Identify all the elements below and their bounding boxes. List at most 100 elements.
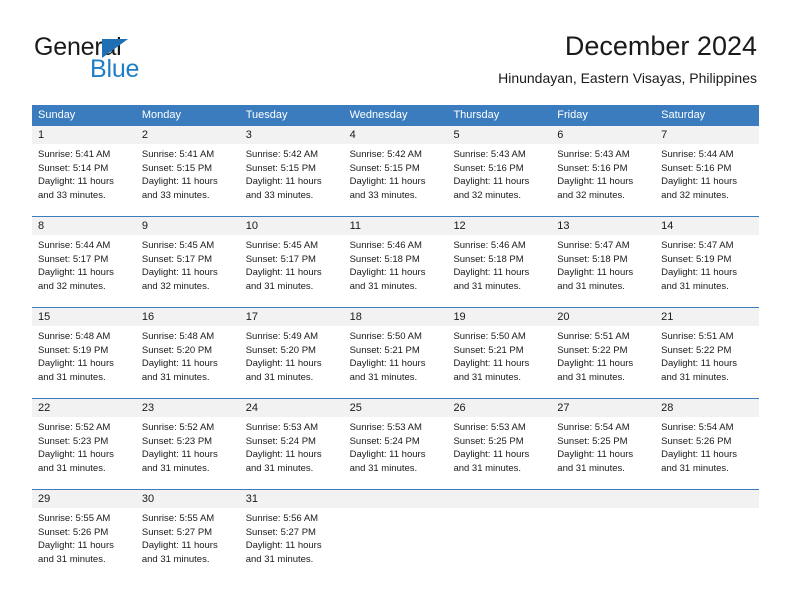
day-number: 14 xyxy=(655,217,760,235)
calendar-week-row: 29 Sunrise: 5:55 AM Sunset: 5:26 PM Dayl… xyxy=(32,489,760,571)
day-cell[interactable]: 24 Sunrise: 5:53 AM Sunset: 5:24 PM Dayl… xyxy=(239,399,344,480)
daylight-text: Daylight: 11 hours and 33 minutes. xyxy=(245,176,322,201)
day-cell[interactable]: 1 Sunrise: 5:41 AM Sunset: 5:14 PM Dayli… xyxy=(32,126,136,207)
day-cell[interactable]: 25 Sunrise: 5:53 AM Sunset: 5:24 PM Dayl… xyxy=(343,399,448,480)
day-number: 11 xyxy=(343,217,448,235)
day-number: 26 xyxy=(447,399,552,417)
calendar-week-row: 8 Sunrise: 5:44 AM Sunset: 5:17 PM Dayli… xyxy=(32,216,760,298)
day-info: Sunrise: 5:46 AM Sunset: 5:18 PM Dayligh… xyxy=(447,235,551,293)
day-info: Sunrise: 5:55 AM Sunset: 5:26 PM Dayligh… xyxy=(32,508,136,566)
day-info: Sunrise: 5:54 AM Sunset: 5:25 PM Dayligh… xyxy=(551,417,655,475)
sunset-text: Sunset: 5:14 PM xyxy=(38,162,109,174)
day-cell[interactable]: 6 Sunrise: 5:43 AM Sunset: 5:16 PM Dayli… xyxy=(551,126,656,207)
day-info: Sunrise: 5:53 AM Sunset: 5:24 PM Dayligh… xyxy=(344,417,448,475)
day-number xyxy=(447,490,552,508)
day-number xyxy=(655,490,760,508)
day-cell-empty xyxy=(655,490,760,571)
day-cell[interactable]: 31 Sunrise: 5:56 AM Sunset: 5:27 PM Dayl… xyxy=(239,490,344,571)
day-cell-empty xyxy=(343,490,448,571)
daylight-text: Daylight: 11 hours and 31 minutes. xyxy=(349,267,426,292)
day-number: 9 xyxy=(135,217,240,235)
day-cell[interactable]: 4 Sunrise: 5:42 AM Sunset: 5:15 PM Dayli… xyxy=(343,126,448,207)
day-info: Sunrise: 5:52 AM Sunset: 5:23 PM Dayligh… xyxy=(136,417,240,475)
day-cell[interactable]: 28 Sunrise: 5:54 AM Sunset: 5:26 PM Dayl… xyxy=(655,399,760,480)
page-title: December 2024 xyxy=(564,31,757,61)
sunrise-text: Sunrise: 5:47 AM xyxy=(661,240,734,251)
sunset-text: Sunset: 5:26 PM xyxy=(38,526,109,538)
day-cell[interactable]: 22 Sunrise: 5:52 AM Sunset: 5:23 PM Dayl… xyxy=(32,399,136,480)
sunrise-text: Sunrise: 5:48 AM xyxy=(141,331,215,342)
day-cell[interactable]: 26 Sunrise: 5:53 AM Sunset: 5:25 PM Dayl… xyxy=(447,399,552,480)
day-cell[interactable]: 11 Sunrise: 5:46 AM Sunset: 5:18 PM Dayl… xyxy=(343,217,448,298)
day-number: 2 xyxy=(135,126,240,144)
day-cell[interactable]: 29 Sunrise: 5:55 AM Sunset: 5:26 PM Dayl… xyxy=(32,490,136,571)
day-cell[interactable]: 15 Sunrise: 5:48 AM Sunset: 5:19 PM Dayl… xyxy=(32,308,136,389)
day-cell[interactable]: 7 Sunrise: 5:44 AM Sunset: 5:16 PM Dayli… xyxy=(655,126,760,207)
day-number: 21 xyxy=(655,308,760,326)
general-blue-logo: General Blue xyxy=(34,34,234,88)
daylight-text: Daylight: 11 hours and 32 minutes. xyxy=(453,176,530,201)
day-cell[interactable]: 3 Sunrise: 5:42 AM Sunset: 5:15 PM Dayli… xyxy=(239,126,344,207)
day-cell[interactable]: 9 Sunrise: 5:45 AM Sunset: 5:17 PM Dayli… xyxy=(135,217,240,298)
sunset-text: Sunset: 5:15 PM xyxy=(349,162,420,174)
daylight-text: Daylight: 11 hours and 31 minutes. xyxy=(38,540,114,565)
sunrise-text: Sunrise: 5:44 AM xyxy=(661,149,734,160)
day-cell[interactable]: 12 Sunrise: 5:46 AM Sunset: 5:18 PM Dayl… xyxy=(447,217,552,298)
day-cell[interactable]: 21 Sunrise: 5:51 AM Sunset: 5:22 PM Dayl… xyxy=(655,308,760,389)
sunrise-text: Sunrise: 5:55 AM xyxy=(38,513,111,524)
weekday-header-sunday: Sunday xyxy=(38,109,76,121)
day-number: 13 xyxy=(551,217,656,235)
day-number: 31 xyxy=(239,490,344,508)
logo-word-blue: Blue xyxy=(90,55,140,83)
day-info: Sunrise: 5:53 AM Sunset: 5:24 PM Dayligh… xyxy=(240,417,344,475)
sunrise-text: Sunrise: 5:47 AM xyxy=(557,240,630,251)
week-gap xyxy=(32,298,759,307)
day-cell[interactable]: 2 Sunrise: 5:41 AM Sunset: 5:15 PM Dayli… xyxy=(135,126,240,207)
calendar-week-row: 15 Sunrise: 5:48 AM Sunset: 5:19 PM Dayl… xyxy=(32,307,760,389)
daylight-text: Daylight: 11 hours and 31 minutes. xyxy=(453,449,530,474)
sunset-text: Sunset: 5:17 PM xyxy=(245,253,316,265)
day-number: 6 xyxy=(551,126,656,144)
day-cell[interactable]: 20 Sunrise: 5:51 AM Sunset: 5:22 PM Dayl… xyxy=(551,308,656,389)
day-cell[interactable]: 5 Sunrise: 5:43 AM Sunset: 5:16 PM Dayli… xyxy=(447,126,552,207)
day-info: Sunrise: 5:48 AM Sunset: 5:19 PM Dayligh… xyxy=(32,326,136,384)
day-cell[interactable]: 13 Sunrise: 5:47 AM Sunset: 5:18 PM Dayl… xyxy=(551,217,656,298)
day-cell[interactable]: 30 Sunrise: 5:55 AM Sunset: 5:27 PM Dayl… xyxy=(135,490,240,571)
daylight-text: Daylight: 11 hours and 31 minutes. xyxy=(245,449,322,474)
day-info: Sunrise: 5:42 AM Sunset: 5:15 PM Dayligh… xyxy=(344,144,448,202)
day-info: Sunrise: 5:56 AM Sunset: 5:27 PM Dayligh… xyxy=(240,508,344,566)
daylight-text: Daylight: 11 hours and 31 minutes. xyxy=(557,449,634,474)
day-cell[interactable]: 19 Sunrise: 5:50 AM Sunset: 5:21 PM Dayl… xyxy=(447,308,552,389)
day-cell[interactable]: 8 Sunrise: 5:44 AM Sunset: 5:17 PM Dayli… xyxy=(32,217,136,298)
sunrise-text: Sunrise: 5:45 AM xyxy=(141,240,215,251)
sunset-text: Sunset: 5:20 PM xyxy=(245,344,316,356)
day-cell[interactable]: 23 Sunrise: 5:52 AM Sunset: 5:23 PM Dayl… xyxy=(135,399,240,480)
daylight-text: Daylight: 11 hours and 31 minutes. xyxy=(38,449,114,474)
day-number: 15 xyxy=(32,308,136,326)
day-cell[interactable]: 14 Sunrise: 5:47 AM Sunset: 5:19 PM Dayl… xyxy=(655,217,760,298)
sunset-text: Sunset: 5:19 PM xyxy=(661,253,732,265)
sunset-text: Sunset: 5:17 PM xyxy=(38,253,109,265)
daylight-text: Daylight: 11 hours and 31 minutes. xyxy=(141,449,218,474)
sunrise-text: Sunrise: 5:50 AM xyxy=(349,331,422,342)
day-number: 3 xyxy=(239,126,344,144)
sunset-text: Sunset: 5:16 PM xyxy=(453,162,524,174)
sunset-text: Sunset: 5:15 PM xyxy=(141,162,213,174)
sunset-text: Sunset: 5:24 PM xyxy=(245,435,316,447)
sunrise-text: Sunrise: 5:51 AM xyxy=(661,331,734,342)
sunset-text: Sunset: 5:23 PM xyxy=(141,435,213,447)
week-gap xyxy=(32,480,759,489)
day-number: 1 xyxy=(32,126,136,144)
day-cell-empty xyxy=(551,490,656,571)
page-subtitle: Hinundayan, Eastern Visayas, Philippines xyxy=(498,70,757,86)
sunset-text: Sunset: 5:25 PM xyxy=(557,435,628,447)
sunset-text: Sunset: 5:17 PM xyxy=(141,253,213,265)
sunset-text: Sunset: 5:24 PM xyxy=(349,435,420,447)
day-cell[interactable]: 16 Sunrise: 5:48 AM Sunset: 5:20 PM Dayl… xyxy=(135,308,240,389)
day-cell[interactable]: 18 Sunrise: 5:50 AM Sunset: 5:21 PM Dayl… xyxy=(343,308,448,389)
day-cell[interactable]: 10 Sunrise: 5:45 AM Sunset: 5:17 PM Dayl… xyxy=(239,217,344,298)
day-cell[interactable]: 27 Sunrise: 5:54 AM Sunset: 5:25 PM Dayl… xyxy=(551,399,656,480)
day-cell[interactable]: 17 Sunrise: 5:49 AM Sunset: 5:20 PM Dayl… xyxy=(239,308,344,389)
sunrise-text: Sunrise: 5:42 AM xyxy=(349,149,422,160)
daylight-text: Daylight: 11 hours and 31 minutes. xyxy=(349,449,426,474)
